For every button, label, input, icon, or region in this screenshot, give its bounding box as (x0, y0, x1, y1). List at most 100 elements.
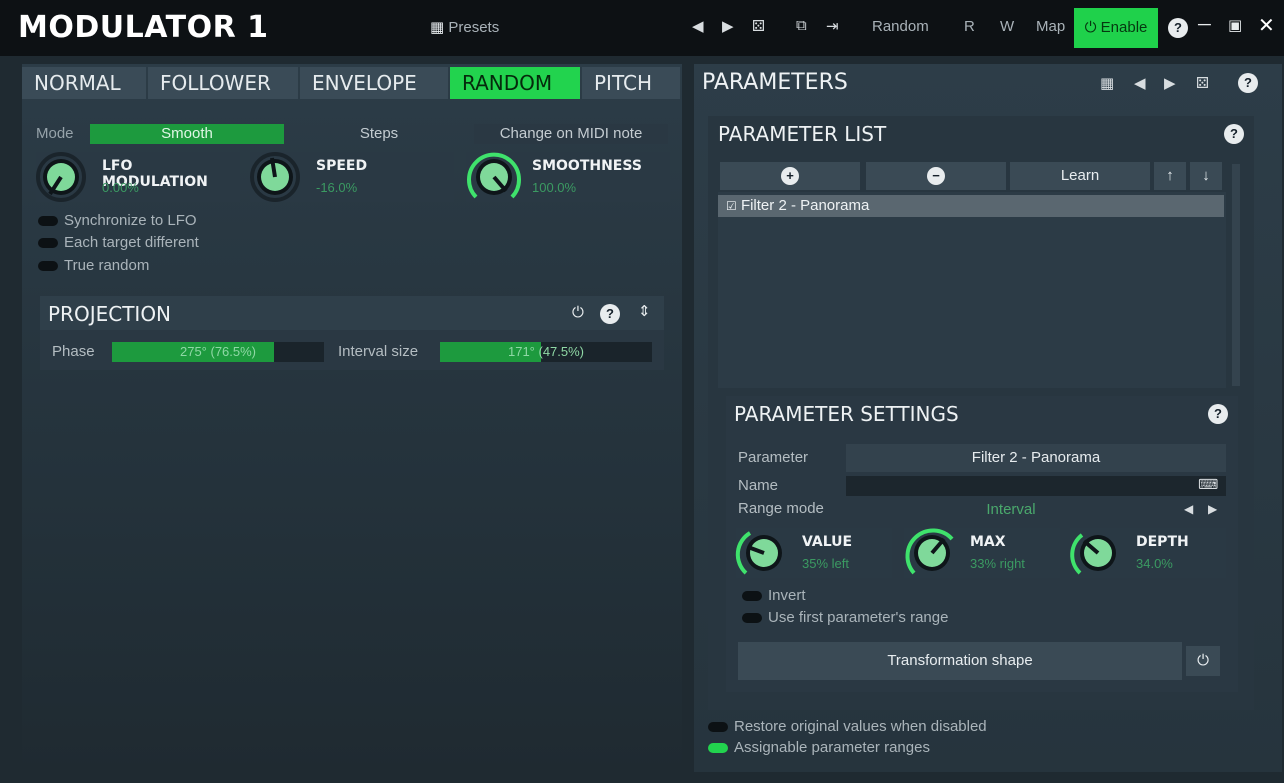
map-button[interactable]: Map (1036, 18, 1065, 35)
value-knob[interactable] (735, 525, 792, 581)
transformation-shape-button[interactable]: Transformation shape (738, 642, 1182, 680)
tab-pitch[interactable]: PITCH (582, 67, 680, 99)
paste-icon[interactable]: ⇥ (826, 17, 839, 35)
smoothness-knob[interactable] (466, 149, 522, 205)
list-scrollbar[interactable] (1232, 164, 1240, 386)
range-mode-prev-icon[interactable]: ◀ (1184, 502, 1193, 516)
presets-label: Presets (448, 19, 500, 36)
parameter-settings-title: PARAMETER SETTINGS (734, 402, 959, 426)
help-icon[interactable]: ? (600, 304, 620, 324)
close-icon[interactable]: ✕ (1258, 13, 1275, 38)
tab-random[interactable]: RANDOM (450, 67, 580, 99)
speed-label: SPEED (316, 158, 368, 174)
use-first-parameter-range-toggle[interactable] (742, 613, 762, 623)
speed-knob[interactable] (250, 152, 300, 202)
help-icon[interactable]: ? (1224, 124, 1244, 144)
random-button[interactable]: Random (872, 18, 929, 35)
tab-follower[interactable]: FOLLOWER (148, 67, 298, 99)
phase-slider[interactable]: 275° (76.5%) (112, 342, 324, 362)
invert-label: Invert (768, 587, 806, 604)
dice-icon[interactable]: ⚄ (752, 17, 765, 35)
prev-preset-icon[interactable]: ◀ (692, 17, 704, 35)
help-icon[interactable]: ? (1168, 18, 1188, 38)
mode-steps[interactable]: Steps (286, 124, 472, 144)
restore-original-values-label: Restore original values when disabled (734, 718, 987, 735)
true-random-toggle[interactable] (38, 261, 58, 271)
speed-control: SPEED -16.0% (250, 152, 454, 202)
power-icon: ⏻ (1084, 19, 1097, 36)
true-random-label: True random (64, 257, 150, 274)
next-preset-icon[interactable]: ▶ (722, 17, 734, 35)
parameter-select[interactable]: Filter 2 - Panorama (846, 444, 1226, 472)
title-bar: MODULATOR 1 ▦ Presets ◀ ▶ ⚄ ⧉ ⇥ Random R… (0, 0, 1284, 56)
move-up-icon[interactable]: ↑ (1154, 162, 1186, 190)
transformation-power-icon[interactable]: ⏻ (1186, 646, 1220, 676)
depth-label: DEPTH (1136, 534, 1189, 550)
write-button[interactable]: W (1000, 18, 1014, 35)
move-down-icon[interactable]: ↓ (1190, 162, 1222, 190)
max-control: MAX 33% right (904, 528, 1060, 578)
name-field[interactable] (846, 476, 1226, 496)
synchronize-to-lfo-toggle[interactable] (38, 216, 58, 226)
next-icon[interactable]: ▶ (1164, 74, 1176, 92)
range-mode-next-icon[interactable]: ▶ (1208, 502, 1217, 516)
list-item[interactable]: ☑ Filter 2 - Panorama (718, 195, 1224, 217)
smoothness-label: SMOOTHNESS (532, 158, 642, 174)
prev-icon[interactable]: ◀ (1134, 74, 1146, 92)
power-icon[interactable]: ⏻ (572, 304, 584, 321)
depth-knob[interactable] (1070, 525, 1126, 581)
copy-icon[interactable]: ⧉ (796, 17, 807, 34)
depth-control: DEPTH 34.0% (1070, 528, 1226, 578)
read-button[interactable]: R (964, 18, 975, 35)
parameter-list (718, 192, 1226, 388)
keyboard-icon[interactable]: ⌨ (1198, 476, 1218, 493)
max-knob[interactable] (904, 525, 960, 581)
mode-selector: Mode Smooth Steps Change on MIDI note (36, 124, 670, 144)
tab-envelope[interactable]: ENVELOPE (300, 67, 448, 99)
mode-change-on-midi-note[interactable]: Change on MIDI note (474, 124, 668, 144)
restore-original-values-toggle[interactable] (708, 722, 728, 732)
value-control: VALUE 35% left (735, 525, 892, 581)
smoothness-control: SMOOTHNESS 100.0% (466, 152, 670, 202)
range-mode-select[interactable]: Interval (846, 500, 1176, 520)
invert-toggle[interactable] (742, 591, 762, 601)
lfo-modulation-knob[interactable] (36, 152, 86, 202)
smoothness-value: 100.0% (532, 180, 577, 195)
minus-icon: − (927, 167, 945, 185)
minimize-icon[interactable]: ─ (1198, 14, 1211, 35)
lfo-modulation-value: 0.00% (102, 180, 139, 195)
dice-icon[interactable]: ⚄ (1196, 74, 1209, 92)
add-parameter-button[interactable]: + (720, 162, 860, 190)
phase-label: Phase (52, 343, 95, 360)
app-title: MODULATOR 1 (18, 10, 269, 45)
help-icon[interactable]: ? (1208, 404, 1228, 424)
assignable-parameter-ranges-label: Assignable parameter ranges (734, 739, 930, 756)
enable-button[interactable]: ⏻ Enable (1074, 8, 1158, 48)
each-target-different-toggle[interactable] (38, 238, 58, 248)
collapse-icon[interactable]: ⇕ (638, 302, 651, 320)
grid-icon: ▦ (430, 19, 445, 36)
name-label: Name (738, 477, 779, 494)
help-icon[interactable]: ? (1238, 73, 1258, 93)
presets-button[interactable]: ▦ Presets (430, 18, 499, 36)
parameter-label: Parameter (738, 449, 809, 466)
assignable-parameter-ranges-toggle[interactable] (708, 743, 728, 753)
screenshot-icon[interactable]: ▣ (1228, 16, 1242, 34)
synchronize-to-lfo-label: Synchronize to LFO (64, 212, 197, 229)
interval-size-slider[interactable]: 171° (47.5%) (440, 342, 652, 362)
depth-value: 34.0% (1136, 556, 1173, 571)
phase-value: 275° (76.5%) (179, 344, 257, 359)
plus-icon: + (781, 167, 799, 185)
tab-normal[interactable]: NORMAL (22, 67, 146, 99)
use-first-parameter-range-label: Use first parameter's range (768, 609, 949, 626)
learn-button[interactable]: Learn (1010, 162, 1150, 190)
remove-parameter-button[interactable]: − (866, 162, 1006, 190)
list-item-label: Filter 2 - Panorama (740, 197, 870, 214)
parameters-title: PARAMETERS (702, 70, 848, 95)
mode-smooth[interactable]: Smooth (90, 124, 284, 144)
max-value: 33% right (970, 556, 1025, 571)
grid-icon[interactable]: ▦ (1100, 74, 1114, 92)
projection-title: PROJECTION (48, 302, 172, 326)
parameter-list-title: PARAMETER LIST (718, 122, 887, 146)
lfo-modulation-control: LFO MODULATION 0.00% (36, 152, 240, 202)
